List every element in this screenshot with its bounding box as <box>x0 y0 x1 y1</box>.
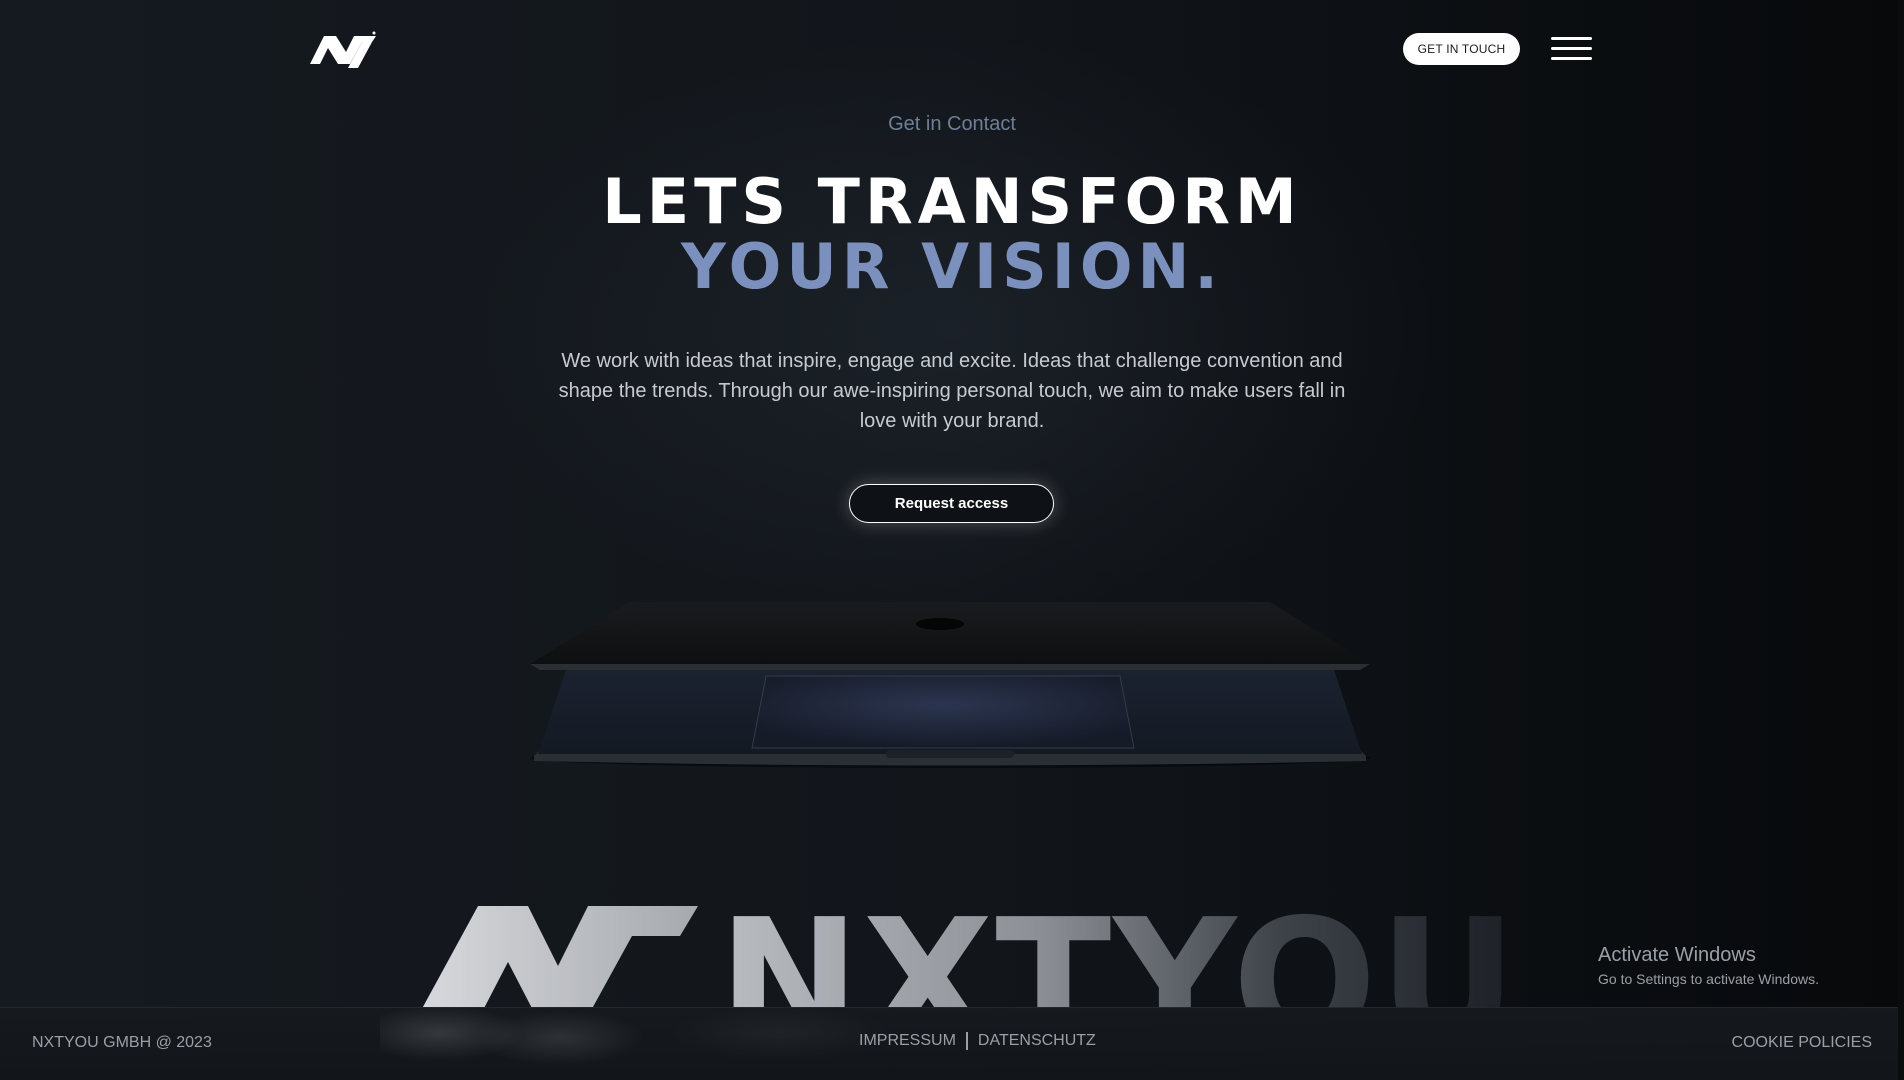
hamburger-menu-icon[interactable] <box>1551 36 1593 62</box>
hero-description: We work with ideas that inspire, engage … <box>558 350 1346 432</box>
datenschutz-link[interactable]: DATENSCHUTZ <box>978 1032 1096 1050</box>
get-in-touch-button[interactable]: GET IN TOUCH <box>1403 33 1520 65</box>
menu-line <box>1551 47 1592 50</box>
brand-word: NXTYOU <box>718 896 1519 1008</box>
impressum-link[interactable]: IMPRESSUM <box>859 1032 956 1050</box>
watermark-title: Activate Windows <box>1598 944 1756 966</box>
copyright-text: NXTYOU GMBH @ 2023 <box>32 1034 212 1051</box>
scrollbar[interactable] <box>1898 0 1904 1080</box>
footer-glow <box>380 1008 940 1068</box>
activate-windows-watermark: Activate Windows Go to Settings to activ… <box>1598 944 1819 987</box>
hero-title-line-1: LETS TRANSFORM <box>602 165 1302 238</box>
cookie-policies-link[interactable]: COOKIE POLICIES <box>1732 1034 1872 1052</box>
brand-banner: NXTYOU <box>400 896 1540 1008</box>
nx-logo-large <box>422 906 698 1008</box>
menu-line <box>1551 57 1592 60</box>
footer: NXTYOU GMBH @ 2023 IMPRESSUM DATENSCHUTZ… <box>0 1007 1898 1080</box>
footer-links: IMPRESSUM DATENSCHUTZ <box>859 1032 1096 1050</box>
page: GET IN TOUCH Get in Contact LETS TRANSFO… <box>0 0 1904 1080</box>
laptop-image <box>530 602 1370 768</box>
nx-logo[interactable] <box>310 30 376 68</box>
menu-line <box>1551 37 1592 40</box>
request-access-button[interactable]: Request access <box>849 484 1054 523</box>
footer-divider <box>965 1032 968 1050</box>
hero-title-line-2: YOUR VISION. <box>681 230 1223 303</box>
watermark-subtitle: Go to Settings to activate Windows. <box>1598 971 1819 987</box>
eyebrow-text: Get in Contact <box>888 113 1016 135</box>
